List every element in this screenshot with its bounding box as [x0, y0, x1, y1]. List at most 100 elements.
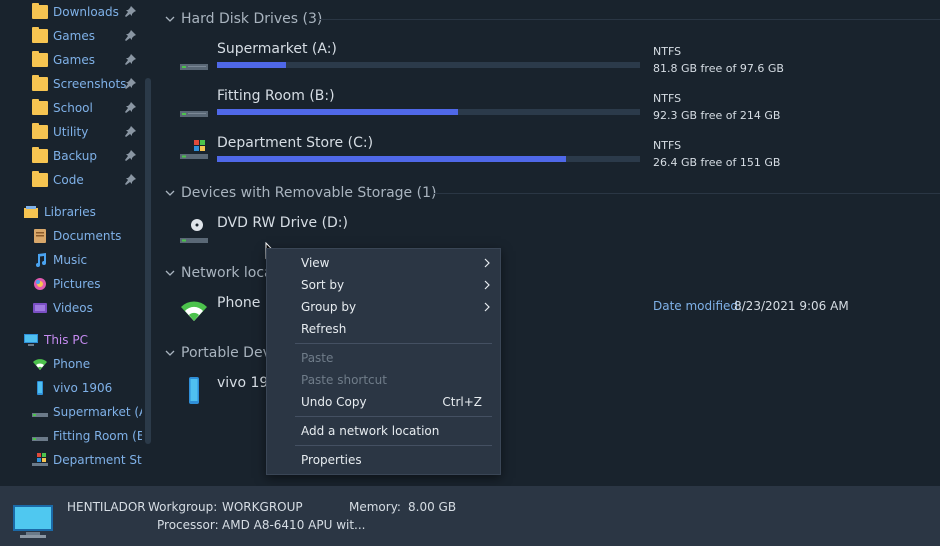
drive-name: Fitting Room (B:) — [217, 88, 335, 104]
chevron-right-icon — [484, 280, 490, 290]
date-modified-value: 8/23/2021 9:06 AM — [734, 299, 849, 313]
group-header-removable-storage[interactable]: Devices with Removable Storage (1) — [165, 183, 436, 203]
folder-icon — [32, 171, 48, 187]
group-header-hard-disk-drives[interactable]: Hard Disk Drives (3) — [165, 9, 322, 29]
pin-icon[interactable] — [125, 102, 136, 113]
menu-item-paste[interactable]: Paste — [267, 347, 500, 369]
drive-usage-fill — [217, 109, 458, 115]
wifi-icon — [33, 359, 47, 370]
menu-item-label: Paste — [301, 351, 334, 365]
menu-item-label: Paste shortcut — [301, 373, 387, 387]
group-title: Hard Disk Drives (3) — [181, 11, 323, 27]
pin-icon[interactable] — [125, 150, 136, 161]
drive-department-store[interactable]: Department Store (C:) NTFS 26.4 GB free … — [180, 135, 780, 175]
sidebar-item-fitting-room[interactable]: Fitting Room (B: — [32, 425, 142, 447]
sidebar-item-label: School — [53, 101, 93, 115]
pin-icon[interactable] — [125, 78, 136, 89]
sidebar-item-label: Documents — [53, 229, 122, 243]
drive-fitting-room[interactable]: Fitting Room (B:) NTFS 92.3 GB free of 2… — [180, 88, 780, 128]
group-title: Devices with Removable Storage (1) — [181, 185, 437, 201]
folder-icon — [32, 3, 48, 19]
sidebar-item-videos[interactable]: Videos — [32, 297, 142, 319]
pin-icon[interactable] — [125, 126, 136, 137]
folder-icon — [32, 75, 48, 91]
sidebar-item-label: Code — [53, 173, 84, 187]
menu-item-label: Refresh — [301, 322, 347, 336]
sidebar-item-label: Libraries — [44, 205, 96, 219]
group-divider — [318, 19, 940, 20]
hard-drive-icon — [180, 111, 208, 117]
details-pane: HENTILADOR Workgroup: WORKGROUP Memory: … — [0, 486, 940, 546]
sidebar-item-this-pc[interactable]: This PC — [23, 329, 142, 351]
sidebar-item-label: Pictures — [53, 277, 101, 291]
videos-icon — [33, 303, 47, 313]
menu-item-label: Properties — [301, 453, 362, 467]
windows-drive-icon — [180, 140, 208, 159]
sidebar-item-documents[interactable]: Documents — [32, 225, 142, 247]
menu-item-undo-copy[interactable]: Undo Copy Ctrl+Z — [267, 391, 500, 413]
sidebar-item-phone[interactable]: Phone — [32, 353, 142, 375]
sidebar-item-label: Games — [53, 53, 95, 67]
chevron-down-icon — [165, 190, 175, 196]
phone-icon — [189, 377, 199, 404]
pin-icon[interactable] — [125, 30, 136, 41]
sidebar-item-department-store[interactable]: Department Stor — [32, 449, 142, 471]
wifi-icon — [181, 301, 207, 321]
sidebar-item-label: Games — [53, 29, 95, 43]
sidebar-item-label: Screenshots — [53, 77, 127, 91]
pin-icon[interactable] — [125, 54, 136, 65]
sidebar-item-label: Supermarket (A: — [53, 405, 142, 419]
group-title: Network loca — [181, 265, 273, 281]
dvd-drive-icon — [180, 219, 208, 243]
group-header-network-locations[interactable]: Network loca — [165, 263, 273, 283]
sidebar-item-label: Utility — [53, 125, 89, 139]
sidebar-item-music[interactable]: Music — [32, 249, 142, 271]
chevron-down-icon — [165, 270, 175, 276]
drive-free-space: 81.8 GB free of 97.6 GB — [653, 62, 784, 75]
menu-item-label: Group by — [301, 300, 357, 314]
menu-item-label: Undo Copy — [301, 395, 367, 409]
drive-usage-fill — [217, 62, 286, 68]
drive-supermarket[interactable]: Supermarket (A:) NTFS 81.8 GB free of 97… — [180, 41, 784, 81]
folder-icon — [32, 51, 48, 67]
pin-icon[interactable] — [125, 174, 136, 185]
processor-label: Processor: — [157, 518, 219, 532]
windows-drive-icon — [32, 453, 48, 466]
drive-usage-fill — [217, 156, 566, 162]
sidebar-item-label: Downloads — [53, 5, 119, 19]
sidebar-item-libraries[interactable]: Libraries — [23, 201, 142, 223]
sidebar-item-label: Phone — [53, 357, 91, 371]
menu-separator — [295, 416, 492, 417]
menu-item-label: Add a network location — [301, 424, 440, 438]
drive-usage-bar — [217, 109, 640, 115]
drive-usage-bar — [217, 156, 640, 162]
drive-filesystem: NTFS — [653, 139, 682, 152]
menu-item-group-by[interactable]: Group by — [267, 296, 500, 318]
menu-item-shortcut: Ctrl+Z — [442, 395, 482, 409]
sidebar-item-label: Fitting Room (B: — [53, 429, 142, 443]
menu-item-paste-shortcut[interactable]: Paste shortcut — [267, 369, 500, 391]
sidebar-item-label: Videos — [53, 301, 93, 315]
menu-item-view[interactable]: View — [267, 252, 500, 274]
pin-icon[interactable] — [125, 6, 136, 17]
menu-item-sort-by[interactable]: Sort by — [267, 274, 500, 296]
drive-icon — [32, 413, 48, 417]
sidebar-item-supermarket[interactable]: Supermarket (A: — [32, 401, 142, 423]
sidebar-item-label: Music — [53, 253, 88, 267]
group-header-portable-devices[interactable]: Portable Dev — [165, 343, 271, 363]
menu-item-label: Sort by — [301, 278, 345, 292]
sidebar-item-label: Department Stor — [53, 453, 142, 467]
menu-item-add-network-location[interactable]: Add a network location — [267, 420, 500, 442]
menu-item-properties[interactable]: Properties — [267, 449, 500, 471]
menu-item-refresh[interactable]: Refresh — [267, 318, 500, 340]
sidebar-item-vivo[interactable]: vivo 1906 — [32, 377, 142, 399]
memory-label: Memory: — [349, 500, 401, 514]
libraries-icon — [24, 206, 38, 218]
folder-icon — [32, 123, 48, 139]
documents-icon — [34, 229, 46, 243]
chevron-down-icon — [165, 350, 175, 356]
chevron-down-icon — [165, 16, 175, 22]
sidebar-scrollbar-thumb[interactable] — [145, 78, 151, 444]
computer-icon — [24, 334, 38, 346]
sidebar-item-pictures[interactable]: Pictures — [32, 273, 142, 295]
